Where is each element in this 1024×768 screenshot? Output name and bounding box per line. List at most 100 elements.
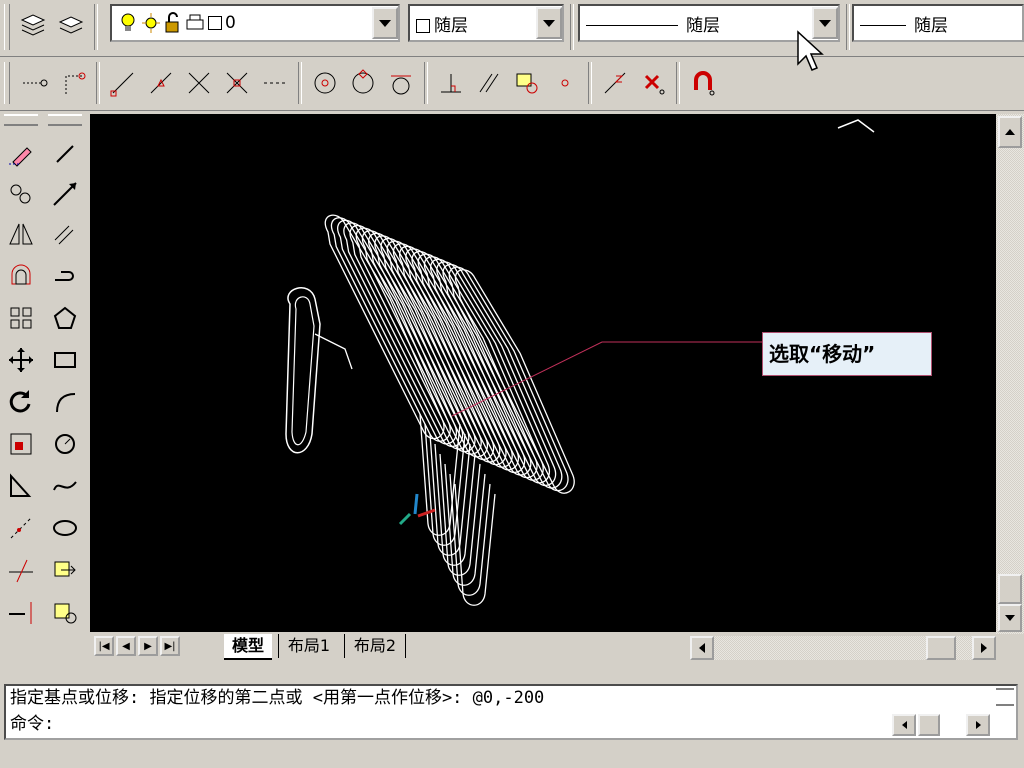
snap-intersection-icon[interactable] xyxy=(180,64,218,102)
move-icon[interactable] xyxy=(2,340,40,380)
arc-icon[interactable] xyxy=(46,382,84,422)
separator xyxy=(676,62,680,104)
snap-quadrant-icon[interactable] xyxy=(344,64,382,102)
snap-perpendicular-icon[interactable] xyxy=(432,64,470,102)
snap-apparent-intersection-icon[interactable] xyxy=(218,64,256,102)
snap-node-icon[interactable] xyxy=(546,64,584,102)
tab-model[interactable]: 模型 xyxy=(224,634,272,660)
temporary-tracking-icon[interactable] xyxy=(16,64,54,102)
layer-combo[interactable]: 0 xyxy=(110,4,400,42)
next-tab-button[interactable]: ▶ xyxy=(138,636,158,656)
cmd-scroll-right-button[interactable] xyxy=(966,714,990,736)
separator xyxy=(424,62,428,104)
toolbar-grip[interactable] xyxy=(48,114,82,126)
cmd-scroll-left-button[interactable] xyxy=(892,714,916,736)
bulb-icon xyxy=(121,13,135,31)
coil-loop xyxy=(324,214,445,440)
horizontal-scrollbar[interactable] xyxy=(690,636,996,660)
prev-tab-button[interactable]: ◀ xyxy=(116,636,136,656)
polygon-icon[interactable] xyxy=(46,298,84,338)
snap-center-icon[interactable] xyxy=(306,64,344,102)
color-swatch xyxy=(416,18,430,33)
snap-parallel-icon[interactable] xyxy=(470,64,508,102)
properties-toolbar: 0 随层 随层 随层 xyxy=(0,0,1024,57)
lineweight-value: 随层 xyxy=(914,15,948,36)
rotate-icon[interactable] xyxy=(2,382,40,422)
separator xyxy=(298,62,302,104)
scroll-left-button[interactable] xyxy=(690,636,714,660)
first-tab-button[interactable]: |◀ xyxy=(94,636,114,656)
layer-manager-icon[interactable] xyxy=(14,6,52,44)
tab-layout2[interactable]: 布局2 xyxy=(344,634,406,658)
left-toolbars xyxy=(0,112,88,660)
layer-previous-icon[interactable] xyxy=(52,6,90,44)
extend-icon[interactable] xyxy=(2,592,40,632)
snap-endpoint-icon[interactable] xyxy=(104,64,142,102)
ellipse-icon[interactable] xyxy=(46,508,84,548)
command-history: 指定基点或位移: 指定位移的第二点或 <用第一点作位移>: @0,-200 xyxy=(10,688,545,708)
snap-from-icon[interactable] xyxy=(54,64,92,102)
stretch-icon[interactable] xyxy=(2,466,40,506)
scroll-up-button[interactable] xyxy=(998,116,1022,148)
separator xyxy=(588,62,592,104)
color-combo[interactable]: 随层 xyxy=(408,4,564,42)
array-icon[interactable] xyxy=(2,298,40,338)
snap-nearest-icon[interactable] xyxy=(596,64,634,102)
tab-layout1[interactable]: 布局1 xyxy=(278,634,339,658)
handle-outline xyxy=(285,287,321,454)
linetype-sample xyxy=(586,25,678,26)
scroll-down-button[interactable] xyxy=(998,604,1022,632)
handle-bracket xyxy=(314,333,353,370)
scale-icon[interactable] xyxy=(2,424,40,464)
erase-icon[interactable] xyxy=(2,134,40,174)
scroll-thumb[interactable] xyxy=(926,636,956,660)
multiline-icon[interactable] xyxy=(46,214,84,254)
construction-line-icon[interactable] xyxy=(46,174,84,214)
scroll-right-button[interactable] xyxy=(972,636,996,660)
trim-icon[interactable] xyxy=(2,550,40,590)
chevron-down-icon[interactable] xyxy=(372,7,398,39)
chevron-down-icon[interactable] xyxy=(536,7,562,39)
toolbar-grip[interactable] xyxy=(4,62,10,104)
copy-object-icon[interactable] xyxy=(2,174,40,214)
toolbar-grip[interactable] xyxy=(4,4,10,50)
color-value: 随层 xyxy=(434,15,468,36)
polyline-icon[interactable] xyxy=(46,256,84,296)
object-snap-toolbar xyxy=(0,58,1024,111)
mouse-cursor-icon xyxy=(797,30,824,71)
toolbar-grip[interactable] xyxy=(4,114,38,126)
cmd-resize-grip[interactable] xyxy=(996,688,1014,706)
command-prompt[interactable]: 命令: xyxy=(10,712,54,736)
cmd-scroll-thumb[interactable] xyxy=(918,714,940,736)
sun-icon xyxy=(142,13,160,33)
separator xyxy=(846,4,850,50)
handle-inner xyxy=(291,296,315,446)
layer-color-swatch xyxy=(208,16,222,30)
circle-icon[interactable] xyxy=(46,424,84,464)
snap-extension-icon[interactable] xyxy=(256,64,294,102)
scroll-thumb[interactable] xyxy=(998,574,1022,604)
last-tab-button[interactable]: ▶| xyxy=(160,636,180,656)
snap-insert-icon[interactable] xyxy=(508,64,546,102)
line-icon[interactable] xyxy=(46,134,84,174)
snap-none-icon[interactable] xyxy=(634,64,672,102)
separator xyxy=(96,62,100,104)
plot-icon xyxy=(186,14,204,30)
osnap-settings-icon[interactable] xyxy=(684,64,722,102)
lengthen-icon[interactable] xyxy=(2,508,40,548)
callout-label: 选取“移动” xyxy=(762,332,932,376)
rectangle-icon[interactable] xyxy=(46,340,84,380)
snap-tangent-icon[interactable] xyxy=(382,64,420,102)
insert-block-icon[interactable] xyxy=(46,550,84,590)
spline-icon[interactable] xyxy=(46,466,84,506)
command-window[interactable]: 指定基点或位移: 指定位移的第二点或 <用第一点作位移>: @0,-200 命令… xyxy=(4,684,1018,740)
make-block-icon[interactable] xyxy=(46,592,84,632)
unlock-icon xyxy=(165,12,179,33)
vertical-scrollbar[interactable] xyxy=(996,114,1024,634)
coil-u-bend xyxy=(454,483,496,606)
offset-icon[interactable] xyxy=(2,256,40,296)
mirror-icon[interactable] xyxy=(2,214,40,254)
separator xyxy=(94,4,98,50)
lineweight-combo[interactable]: 随层 xyxy=(852,4,1024,42)
snap-midpoint-icon[interactable] xyxy=(142,64,180,102)
